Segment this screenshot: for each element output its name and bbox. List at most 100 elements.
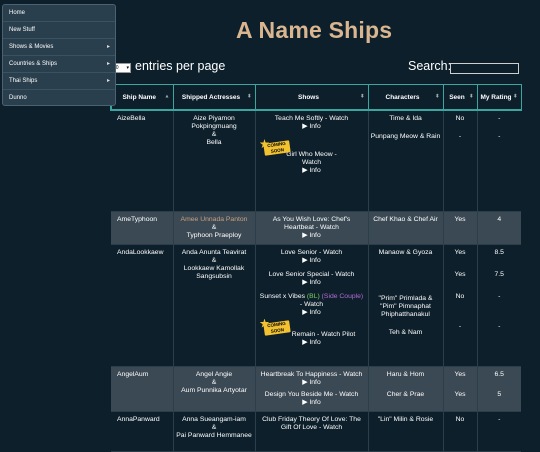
header-label: Seen [449, 93, 465, 101]
column-header-shipped-actresses[interactable]: Shipped Actresses ⬍ [172, 84, 256, 111]
column-header-seen[interactable]: Seen ⬍ [442, 84, 478, 111]
ship-name-cell: AmeTyphoon [111, 211, 173, 245]
info-toggle[interactable]: ▶ Info [258, 379, 366, 387]
character-pair: Time & Ida [389, 115, 422, 122]
shows-cell: Teach Me Softly - Watch ▶ Info COMING SO… [254, 110, 368, 212]
actress-name: Aum Punnika Artyotar [181, 386, 247, 394]
table-row: AngelAum Angel Angie & Aum Punnika Artyo… [111, 366, 521, 412]
actress-name: Bella [206, 139, 222, 146]
nav-item-thai-ships[interactable]: Thai Ships ▸ [3, 73, 115, 90]
coming-soon-badge: COMING SOON [259, 317, 291, 337]
nav-item-countries-ships[interactable]: Countries & Ships ▸ [3, 56, 115, 73]
rating-value: 6.5 [494, 370, 504, 378]
actress-name: Amee Unnada Panton [180, 215, 248, 223]
shows-cell: As You Wish Love: Chef's Heartbeat - Wat… [254, 211, 368, 245]
column-header-my-rating[interactable]: My Rating ⬍ [476, 84, 522, 111]
show-title: Teach Me Softly [274, 115, 324, 122]
chevron-right-icon: ▸ [106, 78, 110, 84]
sort-icon: ⬍ [247, 93, 252, 100]
character-pair: Haru & Hom [386, 370, 425, 378]
show-title: Sunset x Vibes [259, 292, 306, 300]
character-pair: Cher & Prae [386, 390, 425, 398]
header-label: Ship Name [122, 93, 157, 101]
sidebar-nav: Home New Stuff Shows & Movies ▸ Countrie… [2, 4, 116, 106]
characters-cell: "Lin" Milin & Rosie [367, 411, 443, 452]
side-couple-tag: (Side Couple) [321, 292, 364, 300]
seen-cell: Yes Yes No - [442, 244, 477, 367]
chevron-right-icon: ▸ [106, 44, 110, 50]
column-header-ship-name[interactable]: Ship Name ▲ [110, 84, 174, 111]
column-header-characters[interactable]: Characters ⬍ [367, 84, 444, 111]
actresses-cell: Aize Piyamon Pokpingmuang & Bella [172, 110, 255, 212]
bl-tag: (BL) [306, 292, 320, 300]
info-toggle[interactable]: ▶ Info [258, 309, 366, 317]
info-toggle[interactable]: ▶ Info [258, 339, 366, 347]
ampersand: & [211, 131, 217, 138]
actress-name: Aize Piyamon Pokpingmuang [191, 115, 237, 130]
nav-item-new-stuff[interactable]: New Stuff [3, 22, 115, 39]
header-label: Shows [298, 93, 319, 101]
seen-value: Yes [454, 270, 466, 278]
shows-cell: Love Senior - Watch ▶ Info Love Senior S… [254, 244, 368, 367]
rating-value: - [498, 322, 501, 330]
coming-soon-badge: COMING SOON [259, 137, 291, 157]
info-toggle[interactable]: ▶ Info [258, 167, 366, 175]
characters-cell: Time & Ida Punpang Meow & Rain [367, 110, 443, 212]
seen-cell: Yes [442, 211, 477, 245]
ships-table: Ship Name ▲ Shipped Actresses ⬍ Shows ⬍ Cha… [110, 84, 522, 452]
actresses-cell: Amee Unnada Panton & Typhoon Praeploy [172, 211, 255, 245]
sort-icon: ⬍ [360, 93, 365, 100]
character-pair: Punpang Meow & Rain [370, 133, 441, 140]
actress-name: Typhoon Praeploy [186, 231, 242, 239]
watch-link[interactable]: Watch [323, 424, 342, 431]
seen-cell: No - [442, 110, 477, 212]
header-label: Shipped Actresses [181, 93, 241, 101]
actress-name: Pai Panward Hemmanee [176, 431, 252, 439]
rating-value: - [498, 115, 501, 122]
watch-link[interactable]: Watch [320, 224, 339, 231]
info-toggle[interactable]: ▶ Info [258, 232, 366, 240]
table-row: AizeBella Aize Piyamon Pokpingmuang & Be… [111, 110, 521, 212]
info-toggle[interactable]: ▶ Info [258, 257, 366, 265]
actresses-cell: Anda Anunta Teavirat & Lookkaew Kamollak… [172, 244, 255, 367]
nav-item-label: Home [9, 10, 26, 16]
characters-cell: Chef Khao & Chef Air [367, 211, 443, 245]
search-input[interactable] [450, 63, 519, 74]
sort-asc-icon: ▲ [164, 93, 170, 100]
nav-item-label: Thai Ships [9, 78, 38, 84]
rating-value: - [498, 133, 501, 140]
watch-link[interactable]: Watch [339, 391, 358, 398]
header-label: My Rating [480, 93, 512, 101]
rating-cell: 6.5 5 [476, 366, 521, 412]
rating-value: - [498, 292, 501, 300]
nav-item-home[interactable]: Home [3, 5, 115, 22]
seen-value: No [455, 115, 465, 122]
info-toggle[interactable]: ▶ Info [258, 399, 366, 407]
rating-cell: - [476, 411, 521, 452]
show-title: Heartbreak To Happiness [260, 370, 338, 378]
character-pair: Manaow & Gyoza [378, 248, 433, 256]
table-header-row: Ship Name ▲ Shipped Actresses ⬍ Shows ⬍ Cha… [110, 84, 522, 111]
watch-pilot-link[interactable]: Watch Pilot [321, 331, 355, 338]
rating-value: 5 [497, 390, 502, 398]
rating-value: 8.5 [494, 248, 504, 256]
watch-link[interactable]: Watch [329, 115, 348, 122]
nav-item-label: New Stuff [9, 27, 35, 33]
column-header-shows[interactable]: Shows ⬍ [254, 84, 369, 111]
info-toggle[interactable]: ▶ Info [258, 279, 366, 287]
watch-link[interactable]: Watch [335, 271, 354, 278]
watch-link[interactable]: Watch [304, 301, 323, 308]
nav-item-shows-movies[interactable]: Shows & Movies ▸ [3, 39, 115, 56]
character-pair: "Prim" Primlada & "Pim" Pimnaphat Phipha… [378, 294, 433, 318]
actress-name: Anna Sueangam-iam [182, 415, 246, 423]
ship-name-cell: AndaLookkaew [111, 244, 173, 367]
watch-link[interactable]: Watch [323, 249, 342, 256]
nav-item-label: Dunno [9, 95, 27, 101]
sort-icon: ⬍ [513, 93, 518, 100]
characters-cell: Haru & Hom Cher & Prae [367, 366, 443, 412]
info-toggle[interactable]: ▶ Info [258, 123, 366, 131]
watch-link[interactable]: Watch [343, 371, 362, 378]
watch-link[interactable]: Watch [258, 159, 366, 167]
nav-item-dunno[interactable]: Dunno [3, 90, 115, 107]
characters-cell: Manaow & Gyoza "Prim" Primlada & "Pim" P… [367, 244, 443, 367]
